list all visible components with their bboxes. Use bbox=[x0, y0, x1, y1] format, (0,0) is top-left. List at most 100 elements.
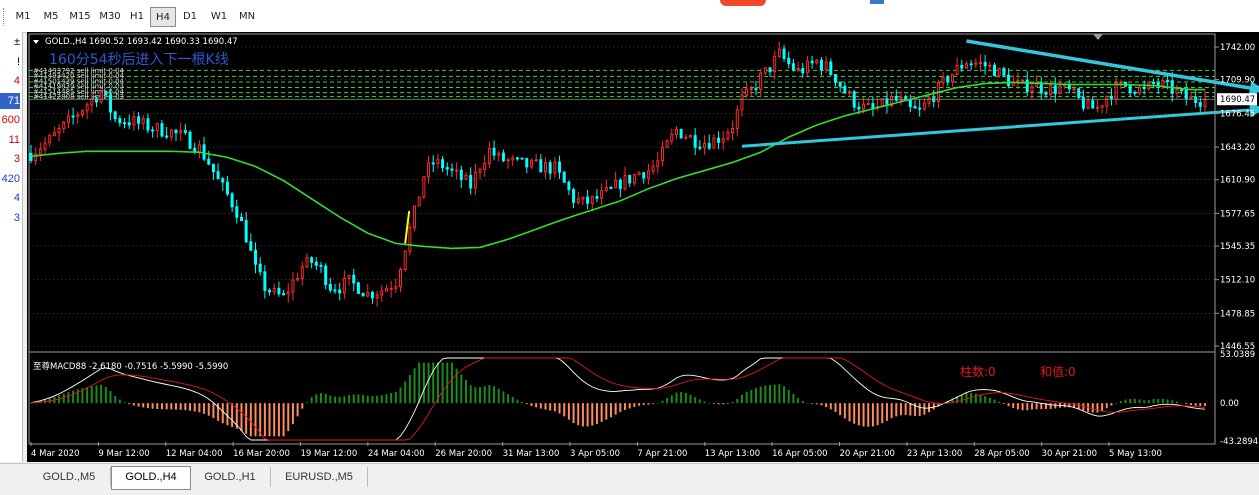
macd-bar bbox=[652, 403, 655, 404]
candle-body bbox=[515, 157, 519, 160]
candle-body bbox=[918, 107, 922, 110]
macd-bar bbox=[843, 403, 846, 419]
candle-body bbox=[1152, 81, 1156, 84]
chart-header-ohlc: 1690.52 1693.42 1690.33 1690.47 bbox=[89, 37, 238, 47]
timeframe-m15[interactable]: M15 bbox=[67, 7, 93, 27]
candle-body bbox=[422, 176, 426, 198]
macd-bar bbox=[488, 385, 491, 404]
timeframe-h1[interactable]: H1 bbox=[127, 7, 147, 27]
order-panel-value[interactable]: 11 bbox=[0, 132, 20, 148]
timeframe-mn[interactable]: MN bbox=[235, 7, 259, 27]
order-panel-value[interactable]: ± bbox=[0, 34, 20, 50]
candle-body bbox=[628, 174, 632, 184]
macd-bar bbox=[624, 403, 627, 410]
order-panel-value[interactable]: 3 bbox=[0, 210, 20, 226]
timeframe-m5[interactable]: M5 bbox=[39, 7, 63, 27]
tab-eurusd-m5[interactable]: EURUSD.,M5 bbox=[271, 467, 368, 487]
macd-bar bbox=[965, 393, 968, 404]
candle-body bbox=[207, 158, 211, 165]
candle-body bbox=[1166, 80, 1170, 83]
candle-body bbox=[674, 128, 678, 135]
candle-body bbox=[417, 196, 421, 207]
macd-bar bbox=[666, 398, 669, 404]
candle-body bbox=[118, 118, 122, 124]
candle-body bbox=[352, 274, 356, 284]
candle-body bbox=[534, 159, 538, 162]
candle-body bbox=[132, 116, 136, 126]
order-panel-value[interactable]: 600 bbox=[0, 112, 20, 128]
timeframe-d1[interactable]: D1 bbox=[179, 7, 201, 27]
macd-bar bbox=[867, 403, 870, 427]
candle-body bbox=[1100, 105, 1104, 108]
candle-body bbox=[679, 128, 683, 139]
timeframe-m1[interactable]: M1 bbox=[11, 7, 35, 27]
order-panel-value[interactable]: 420 bbox=[0, 171, 20, 187]
macd-bar bbox=[1133, 398, 1136, 404]
macd-bar bbox=[348, 395, 351, 404]
toolbar-grip[interactable] bbox=[3, 8, 7, 26]
macd-bar bbox=[1185, 403, 1188, 404]
x-tick-label: 24 Mar 04:00 bbox=[368, 449, 425, 459]
macd-bar bbox=[750, 389, 753, 404]
candle-body bbox=[394, 286, 398, 289]
tab-gold-h1[interactable]: GOLD.,H1 bbox=[190, 467, 271, 487]
candle-body bbox=[712, 137, 716, 149]
candle-body bbox=[370, 291, 374, 299]
candle-body bbox=[1161, 80, 1165, 87]
candle-body bbox=[62, 121, 66, 129]
candle-body bbox=[155, 123, 159, 131]
candle-body bbox=[609, 187, 613, 190]
macd-bar bbox=[259, 403, 262, 437]
tab-gold-m5[interactable]: GOLD.,M5 bbox=[28, 467, 111, 487]
candle-body bbox=[305, 257, 309, 268]
macd-bar bbox=[792, 393, 795, 404]
tab-gold-h4[interactable]: GOLD.,H4 bbox=[111, 466, 191, 490]
candle-body bbox=[805, 60, 809, 74]
macd-bar bbox=[899, 403, 902, 416]
order-panel-value[interactable]: 4 bbox=[0, 190, 20, 206]
macd-bar bbox=[1119, 401, 1122, 404]
order-panel-value[interactable]: 3 bbox=[0, 151, 20, 167]
macd-bar bbox=[427, 362, 430, 404]
price-chart[interactable]: #41493792 sell limit 0.04 #41493420 sell … bbox=[27, 32, 1259, 462]
macd-bar bbox=[1175, 401, 1178, 404]
candle-body bbox=[651, 165, 655, 172]
order-panel-value[interactable]: 4 bbox=[0, 73, 20, 89]
macd-bar bbox=[151, 403, 154, 409]
candle-body bbox=[604, 187, 608, 192]
candle-body bbox=[403, 250, 407, 270]
current-price-label: 1690.47 bbox=[1220, 95, 1255, 105]
timeframe-m30[interactable]: M30 bbox=[97, 7, 123, 27]
candle-body bbox=[623, 174, 627, 190]
candle-body bbox=[964, 63, 968, 69]
candle-body bbox=[361, 292, 365, 297]
macd-bar bbox=[811, 403, 814, 404]
macd-bar bbox=[357, 394, 360, 404]
macd-bar bbox=[1166, 399, 1169, 404]
candle-body bbox=[544, 162, 548, 173]
chart-svg[interactable]: #41493792 sell limit 0.04#41493420 sell … bbox=[27, 32, 1259, 462]
candle-body bbox=[1016, 79, 1020, 83]
macd-bar bbox=[1101, 403, 1104, 411]
macd-bar bbox=[273, 403, 276, 437]
candle-body bbox=[66, 115, 70, 123]
candle-body bbox=[277, 287, 281, 295]
macd-bar bbox=[591, 403, 594, 426]
order-panel-value[interactable]: ! bbox=[0, 54, 20, 70]
x-tick-label: 9 Mar 12:00 bbox=[98, 449, 149, 459]
macd-scale-label: 53.0389 bbox=[1220, 350, 1255, 360]
macd-bar bbox=[305, 402, 308, 404]
macd-bar bbox=[1040, 403, 1043, 410]
candle-body bbox=[268, 289, 272, 293]
order-panel-value[interactable]: 71 bbox=[0, 92, 20, 109]
candle-body bbox=[773, 55, 777, 73]
x-tick-label: 4 Mar 2020 bbox=[31, 449, 79, 459]
macd-bar bbox=[834, 403, 837, 412]
macd-bar bbox=[502, 391, 505, 404]
macd-bar bbox=[296, 403, 299, 417]
timeframe-h4[interactable]: H4 bbox=[150, 7, 176, 27]
candle-body bbox=[913, 105, 917, 109]
timeframe-w1[interactable]: W1 bbox=[208, 7, 230, 27]
candle-body bbox=[216, 171, 220, 180]
candle-body bbox=[525, 157, 529, 168]
